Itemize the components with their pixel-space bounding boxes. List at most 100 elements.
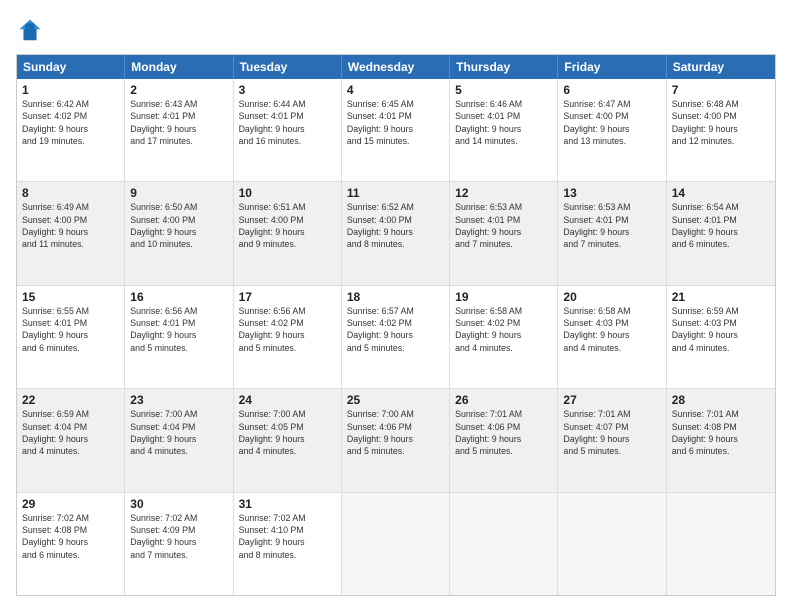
day-info: Sunrise: 6:51 AM Sunset: 4:00 PM Dayligh… xyxy=(239,201,336,250)
cal-cell-day-23: 23Sunrise: 7:00 AM Sunset: 4:04 PM Dayli… xyxy=(125,389,233,491)
cal-cell-day-31: 31Sunrise: 7:02 AM Sunset: 4:10 PM Dayli… xyxy=(234,493,342,595)
cal-cell-day-16: 16Sunrise: 6:56 AM Sunset: 4:01 PM Dayli… xyxy=(125,286,233,388)
day-info: Sunrise: 6:59 AM Sunset: 4:03 PM Dayligh… xyxy=(672,305,770,354)
cal-row-1: 1Sunrise: 6:42 AM Sunset: 4:02 PM Daylig… xyxy=(17,79,775,181)
day-number: 15 xyxy=(22,290,119,304)
cal-cell-day-21: 21Sunrise: 6:59 AM Sunset: 4:03 PM Dayli… xyxy=(667,286,775,388)
day-number: 21 xyxy=(672,290,770,304)
page: SundayMondayTuesdayWednesdayThursdayFrid… xyxy=(0,0,792,612)
cal-cell-day-30: 30Sunrise: 7:02 AM Sunset: 4:09 PM Dayli… xyxy=(125,493,233,595)
day-info: Sunrise: 7:02 AM Sunset: 4:08 PM Dayligh… xyxy=(22,512,119,561)
day-number: 13 xyxy=(563,186,660,200)
day-number: 19 xyxy=(455,290,552,304)
day-info: Sunrise: 6:58 AM Sunset: 4:02 PM Dayligh… xyxy=(455,305,552,354)
day-info: Sunrise: 7:00 AM Sunset: 4:06 PM Dayligh… xyxy=(347,408,444,457)
day-number: 18 xyxy=(347,290,444,304)
day-info: Sunrise: 6:53 AM Sunset: 4:01 PM Dayligh… xyxy=(455,201,552,250)
cal-cell-day-5: 5Sunrise: 6:46 AM Sunset: 4:01 PM Daylig… xyxy=(450,79,558,181)
cal-cell-day-29: 29Sunrise: 7:02 AM Sunset: 4:08 PM Dayli… xyxy=(17,493,125,595)
cal-header-wednesday: Wednesday xyxy=(342,55,450,79)
day-number: 28 xyxy=(672,393,770,407)
day-number: 24 xyxy=(239,393,336,407)
day-number: 20 xyxy=(563,290,660,304)
day-info: Sunrise: 7:01 AM Sunset: 4:08 PM Dayligh… xyxy=(672,408,770,457)
day-number: 27 xyxy=(563,393,660,407)
day-number: 11 xyxy=(347,186,444,200)
day-info: Sunrise: 7:00 AM Sunset: 4:04 PM Dayligh… xyxy=(130,408,227,457)
day-info: Sunrise: 7:02 AM Sunset: 4:09 PM Dayligh… xyxy=(130,512,227,561)
cal-row-4: 22Sunrise: 6:59 AM Sunset: 4:04 PM Dayli… xyxy=(17,388,775,491)
day-info: Sunrise: 7:01 AM Sunset: 4:07 PM Dayligh… xyxy=(563,408,660,457)
cal-cell-day-9: 9Sunrise: 6:50 AM Sunset: 4:00 PM Daylig… xyxy=(125,182,233,284)
cal-cell-day-11: 11Sunrise: 6:52 AM Sunset: 4:00 PM Dayli… xyxy=(342,182,450,284)
day-number: 31 xyxy=(239,497,336,511)
day-number: 26 xyxy=(455,393,552,407)
cal-cell-day-3: 3Sunrise: 6:44 AM Sunset: 4:01 PM Daylig… xyxy=(234,79,342,181)
cal-cell-empty xyxy=(667,493,775,595)
day-info: Sunrise: 6:59 AM Sunset: 4:04 PM Dayligh… xyxy=(22,408,119,457)
day-number: 30 xyxy=(130,497,227,511)
cal-cell-day-4: 4Sunrise: 6:45 AM Sunset: 4:01 PM Daylig… xyxy=(342,79,450,181)
day-number: 8 xyxy=(22,186,119,200)
day-info: Sunrise: 6:50 AM Sunset: 4:00 PM Dayligh… xyxy=(130,201,227,250)
day-info: Sunrise: 6:58 AM Sunset: 4:03 PM Dayligh… xyxy=(563,305,660,354)
cal-row-2: 8Sunrise: 6:49 AM Sunset: 4:00 PM Daylig… xyxy=(17,181,775,284)
day-number: 14 xyxy=(672,186,770,200)
cal-cell-day-17: 17Sunrise: 6:56 AM Sunset: 4:02 PM Dayli… xyxy=(234,286,342,388)
day-info: Sunrise: 6:57 AM Sunset: 4:02 PM Dayligh… xyxy=(347,305,444,354)
calendar-body: 1Sunrise: 6:42 AM Sunset: 4:02 PM Daylig… xyxy=(17,79,775,595)
day-number: 29 xyxy=(22,497,119,511)
day-info: Sunrise: 6:52 AM Sunset: 4:00 PM Dayligh… xyxy=(347,201,444,250)
day-info: Sunrise: 6:55 AM Sunset: 4:01 PM Dayligh… xyxy=(22,305,119,354)
day-info: Sunrise: 6:43 AM Sunset: 4:01 PM Dayligh… xyxy=(130,98,227,147)
header xyxy=(16,16,776,44)
cal-header-friday: Friday xyxy=(558,55,666,79)
cal-cell-day-1: 1Sunrise: 6:42 AM Sunset: 4:02 PM Daylig… xyxy=(17,79,125,181)
day-info: Sunrise: 6:46 AM Sunset: 4:01 PM Dayligh… xyxy=(455,98,552,147)
day-number: 10 xyxy=(239,186,336,200)
day-number: 5 xyxy=(455,83,552,97)
day-info: Sunrise: 6:54 AM Sunset: 4:01 PM Dayligh… xyxy=(672,201,770,250)
day-number: 4 xyxy=(347,83,444,97)
cal-cell-day-18: 18Sunrise: 6:57 AM Sunset: 4:02 PM Dayli… xyxy=(342,286,450,388)
cal-cell-day-2: 2Sunrise: 6:43 AM Sunset: 4:01 PM Daylig… xyxy=(125,79,233,181)
calendar: SundayMondayTuesdayWednesdayThursdayFrid… xyxy=(16,54,776,596)
cal-header-tuesday: Tuesday xyxy=(234,55,342,79)
day-number: 25 xyxy=(347,393,444,407)
day-info: Sunrise: 6:47 AM Sunset: 4:00 PM Dayligh… xyxy=(563,98,660,147)
day-info: Sunrise: 7:00 AM Sunset: 4:05 PM Dayligh… xyxy=(239,408,336,457)
day-info: Sunrise: 7:02 AM Sunset: 4:10 PM Dayligh… xyxy=(239,512,336,561)
day-info: Sunrise: 6:48 AM Sunset: 4:00 PM Dayligh… xyxy=(672,98,770,147)
cal-header-saturday: Saturday xyxy=(667,55,775,79)
day-number: 12 xyxy=(455,186,552,200)
cal-cell-day-14: 14Sunrise: 6:54 AM Sunset: 4:01 PM Dayli… xyxy=(667,182,775,284)
cal-cell-empty xyxy=(558,493,666,595)
cal-row-5: 29Sunrise: 7:02 AM Sunset: 4:08 PM Dayli… xyxy=(17,492,775,595)
day-number: 17 xyxy=(239,290,336,304)
cal-cell-day-8: 8Sunrise: 6:49 AM Sunset: 4:00 PM Daylig… xyxy=(17,182,125,284)
cal-header-sunday: Sunday xyxy=(17,55,125,79)
day-info: Sunrise: 6:42 AM Sunset: 4:02 PM Dayligh… xyxy=(22,98,119,147)
cal-cell-day-15: 15Sunrise: 6:55 AM Sunset: 4:01 PM Dayli… xyxy=(17,286,125,388)
day-number: 23 xyxy=(130,393,227,407)
cal-cell-day-13: 13Sunrise: 6:53 AM Sunset: 4:01 PM Dayli… xyxy=(558,182,666,284)
day-number: 16 xyxy=(130,290,227,304)
logo xyxy=(16,16,48,44)
day-info: Sunrise: 6:49 AM Sunset: 4:00 PM Dayligh… xyxy=(22,201,119,250)
calendar-header: SundayMondayTuesdayWednesdayThursdayFrid… xyxy=(17,55,775,79)
day-info: Sunrise: 6:53 AM Sunset: 4:01 PM Dayligh… xyxy=(563,201,660,250)
cal-cell-day-6: 6Sunrise: 6:47 AM Sunset: 4:00 PM Daylig… xyxy=(558,79,666,181)
day-info: Sunrise: 7:01 AM Sunset: 4:06 PM Dayligh… xyxy=(455,408,552,457)
cal-cell-day-22: 22Sunrise: 6:59 AM Sunset: 4:04 PM Dayli… xyxy=(17,389,125,491)
day-info: Sunrise: 6:56 AM Sunset: 4:01 PM Dayligh… xyxy=(130,305,227,354)
cal-cell-day-12: 12Sunrise: 6:53 AM Sunset: 4:01 PM Dayli… xyxy=(450,182,558,284)
cal-cell-day-7: 7Sunrise: 6:48 AM Sunset: 4:00 PM Daylig… xyxy=(667,79,775,181)
day-number: 22 xyxy=(22,393,119,407)
day-number: 3 xyxy=(239,83,336,97)
logo-icon xyxy=(16,16,44,44)
cal-cell-day-10: 10Sunrise: 6:51 AM Sunset: 4:00 PM Dayli… xyxy=(234,182,342,284)
cal-cell-empty xyxy=(342,493,450,595)
day-number: 9 xyxy=(130,186,227,200)
day-number: 2 xyxy=(130,83,227,97)
cal-cell-day-27: 27Sunrise: 7:01 AM Sunset: 4:07 PM Dayli… xyxy=(558,389,666,491)
